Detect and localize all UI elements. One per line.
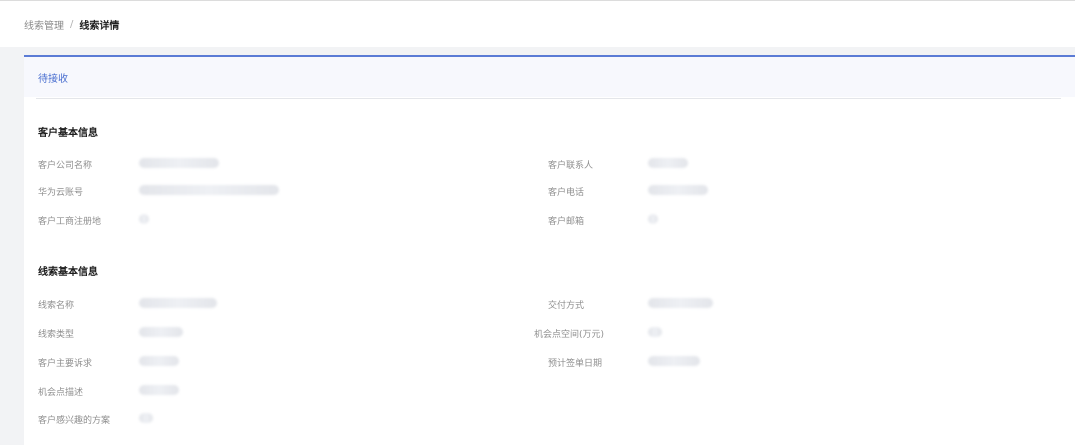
registration-place-label: 客户工商注册地 <box>38 217 102 227</box>
expected-sign-date-label: 预计签单日期 <box>548 359 603 369</box>
lead-name-value <box>139 298 217 308</box>
cloud-account-label: 华为云账号 <box>38 188 84 198</box>
breadcrumb-current: 线索详情 <box>79 20 120 32</box>
cloud-account-value <box>139 185 279 195</box>
opportunity-space-label: 机会点空间(万元) <box>534 330 605 340</box>
contact-value <box>648 158 688 168</box>
breadcrumb: 线索管理 / 线索详情 <box>0 0 1075 47</box>
phone-value <box>648 185 708 195</box>
lead-type-value <box>139 327 183 337</box>
status-text: 待接收 <box>38 73 68 85</box>
lead-name-label: 线索名称 <box>38 301 75 311</box>
divider <box>36 98 1061 99</box>
email-value <box>648 214 658 224</box>
opportunity-desc-label: 机会点描述 <box>38 388 84 398</box>
breadcrumb-parent-link[interactable]: 线索管理 <box>24 17 64 32</box>
delivery-method-value <box>648 298 713 308</box>
email-label: 客户邮箱 <box>548 217 585 227</box>
main-demand-label: 客户主要诉求 <box>38 359 93 369</box>
customer-section-title: 客户基本信息 <box>38 128 98 139</box>
opportunity-desc-value <box>139 385 179 395</box>
registration-place-value <box>139 214 149 224</box>
breadcrumb-separator: / <box>70 18 74 30</box>
status-header: 待接收 <box>24 57 1075 97</box>
interested-solution-value <box>139 413 153 423</box>
lead-type-label: 线索类型 <box>38 330 75 340</box>
contact-label: 客户联系人 <box>548 161 594 171</box>
delivery-method-label: 交付方式 <box>548 301 585 311</box>
lead-detail-card: 待接收 客户基本信息 客户公司名称 客户联系人 华为云账号 客户电话 客户工商注… <box>24 55 1075 445</box>
opportunity-space-value <box>648 327 662 337</box>
phone-label: 客户电话 <box>548 188 585 198</box>
expected-sign-date-value <box>648 356 700 366</box>
lead-section-title: 线索基本信息 <box>38 267 98 278</box>
company-name-value <box>139 158 219 168</box>
interested-solution-label: 客户感兴趣的方案 <box>38 416 111 426</box>
main-demand-value <box>139 356 179 366</box>
company-name-label: 客户公司名称 <box>38 161 93 171</box>
